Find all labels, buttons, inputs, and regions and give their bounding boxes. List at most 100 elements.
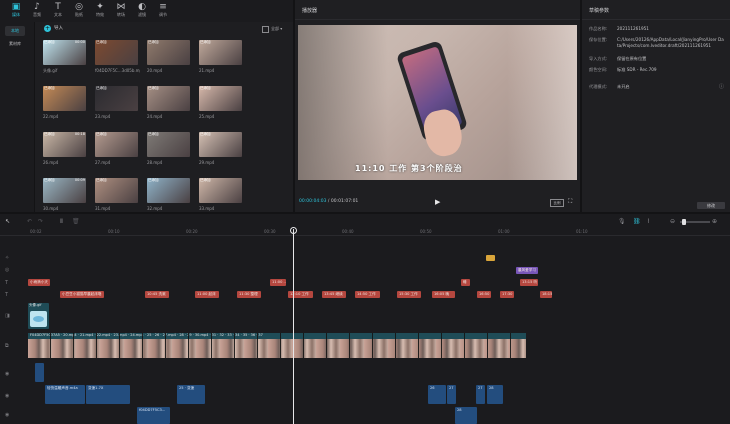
subtitle-clip[interactable]: 11:30 整理 [237,291,261,298]
select-tool-icon[interactable]: ↖ [5,218,10,225]
media-thumb[interactable]: 已添加 00:00 [43,40,86,65]
playhead[interactable] [293,229,294,424]
media-thumb[interactable]: 已添加 [147,178,190,203]
track-subtitle-icon[interactable]: T [5,292,8,298]
text-clip[interactable]: 小雨滴小天 [28,279,50,286]
preview-axis-icon[interactable]: ⌇ [647,218,650,225]
track-overlay-icon[interactable]: ◨ [5,313,10,319]
audio-clip-2[interactable]: 变速1.7X [86,385,130,404]
media-thumb-name: 25.mp4 [199,114,215,119]
media-thumb[interactable]: 已添加 [147,86,190,111]
prop-label-colorspace: 颜色空间: [589,67,608,72]
audio-clip-1[interactable]: 轻快温暖声音.m4a [45,385,85,404]
audio-clip-9[interactable]: 28 [455,407,477,424]
track-sticker-icon[interactable]: ◎ [5,267,9,273]
tab-sticker[interactable]: ◎ 贴纸 [68,2,90,20]
track-text-icon[interactable]: T [5,280,8,286]
media-thumb[interactable]: 已添加 [43,86,86,111]
track-audio2-icon[interactable]: ◉ [5,393,9,399]
media-thumb[interactable]: 已添加 [199,86,242,111]
media-thumb-name: 头像.gif [43,68,58,73]
track-main-icon[interactable]: ⧉ [5,343,9,349]
subtitle-clip[interactable]: 11:00 起床 [195,291,219,298]
audio-clip-3[interactable]: 25 · 变速 [177,385,205,404]
video-subtitle: 11:10 工作 第3个阶段治 [355,164,463,173]
info-icon[interactable]: ⓘ [719,83,724,90]
undo-icon[interactable]: ↶ [27,218,32,225]
media-thumb-name: 27.mp4 [95,160,111,165]
subtitle-clip[interactable]: 16:05 晚 [432,291,455,298]
subtitle-clip[interactable]: 小豆豆小猫猫早晨起床咯 [60,291,104,298]
media-thumb[interactable]: 已添加 [95,40,138,65]
import-button[interactable]: + 导入 [44,25,68,33]
zoom-in-icon[interactable]: ⊕ [712,218,717,225]
sticker-clip[interactable]: 晨风爱学习 [516,267,538,274]
edit-button[interactable]: 修改 [697,202,725,209]
subtitle-clip[interactable]: 10:45 洗漱 [145,291,169,298]
play-button[interactable]: ▶ [435,198,440,206]
audio-clip-small[interactable] [35,363,44,382]
media-thumb[interactable]: 已添加 00:09 [43,178,86,203]
audio-clip-8[interactable]: f04DD7F5C3... [137,407,170,424]
media-thumb[interactable]: 已添加 [147,40,190,65]
gif-clip[interactable]: 头像.gif [28,303,49,329]
media-thumb[interactable]: 已添加 [199,40,242,65]
subtitle-clip[interactable]: 17:30 [500,291,514,298]
tab-audio[interactable]: ♪ 音频 [26,2,48,20]
tab-effects[interactable]: ✦ 特效 [89,2,111,20]
subtitle-clip[interactable]: 13:45 继续 [322,291,346,298]
subtitle-clip[interactable]: 18:15 [540,291,552,298]
text-clip[interactable]: 睡 [461,279,470,286]
media-thumb[interactable]: 已添加 00:18 [43,132,86,157]
prop-value-proxy: 未开启 [617,84,630,89]
tab-label: 特效 [96,12,104,17]
split-icon[interactable]: Ⅱ [60,218,63,225]
track-audio3-icon[interactable]: ◉ [5,412,9,418]
tab-text[interactable]: T 文本 [47,2,69,20]
mic-icon[interactable]: 🎙 [618,218,626,225]
text-clip[interactable]: 13:15 听 [520,279,538,286]
added-badge: 已添加 [44,178,55,182]
link-icon[interactable]: ⛓ [633,218,641,225]
import-label: 导入 [54,26,63,31]
media-thumb[interactable]: 已添加 [95,132,138,157]
video-shadow [298,25,388,180]
playhead-handle[interactable] [290,227,297,234]
subtitle-clip[interactable]: 16:50 [477,291,491,298]
media-thumb[interactable]: 已添加 [147,132,190,157]
zoom-out-icon[interactable]: ⊖ [670,218,675,225]
media-thumb[interactable]: 已添加 [199,132,242,157]
track-audio-icon[interactable]: ◉ [5,371,9,377]
video-window-light [507,25,577,180]
audio-clip-7[interactable]: 28 [487,385,503,404]
delete-icon[interactable]: 🗑 [72,218,80,225]
audio-clip-6[interactable]: 27 [476,385,485,404]
tab-media[interactable]: ▣ 媒体 [5,2,27,20]
track-effect-icon[interactable]: ✧ [5,255,9,261]
redo-icon[interactable]: ↷ [38,218,43,225]
sort-dropdown[interactable]: 全部 ▾ [262,25,290,33]
media-thumb-name: 21.mp4 [199,68,215,73]
text-clip[interactable]: 11:00 ... [270,279,286,286]
subtitle-clip[interactable]: 12:10 工作 [288,291,313,298]
subtitle-clip[interactable]: 14:50 工作 [355,291,380,298]
tab-label: 媒体 [12,12,20,17]
media-thumb[interactable]: 已添加 [95,178,138,203]
media-thumb[interactable]: 已添加 [95,86,138,111]
tab-adjust[interactable]: ≡ 调节 [152,2,174,20]
nav-library[interactable]: 素材库 [5,39,25,49]
fullscreen-icon[interactable]: ⛶ [568,198,572,206]
audio-clip-5[interactable]: 27 [447,385,456,404]
nav-local[interactable]: 本地 [5,26,25,36]
ratio-button[interactable]: 比例 [550,199,564,207]
media-thumb[interactable]: 已添加 [199,178,242,203]
duration-label: 00:18 [74,132,85,136]
tab-filter[interactable]: ◐ 滤镜 [131,2,153,20]
audio-clip-4[interactable]: 26 [428,385,446,404]
zoom-slider[interactable] [680,219,710,225]
prop-label-import: 导入方式: [589,56,608,61]
tab-transition[interactable]: ⋈ 转场 [110,2,132,20]
subtitle-clip[interactable]: 15:30 工作 [397,291,421,298]
effect-clip[interactable] [486,255,495,261]
zoom-slider-handle[interactable] [682,219,686,225]
